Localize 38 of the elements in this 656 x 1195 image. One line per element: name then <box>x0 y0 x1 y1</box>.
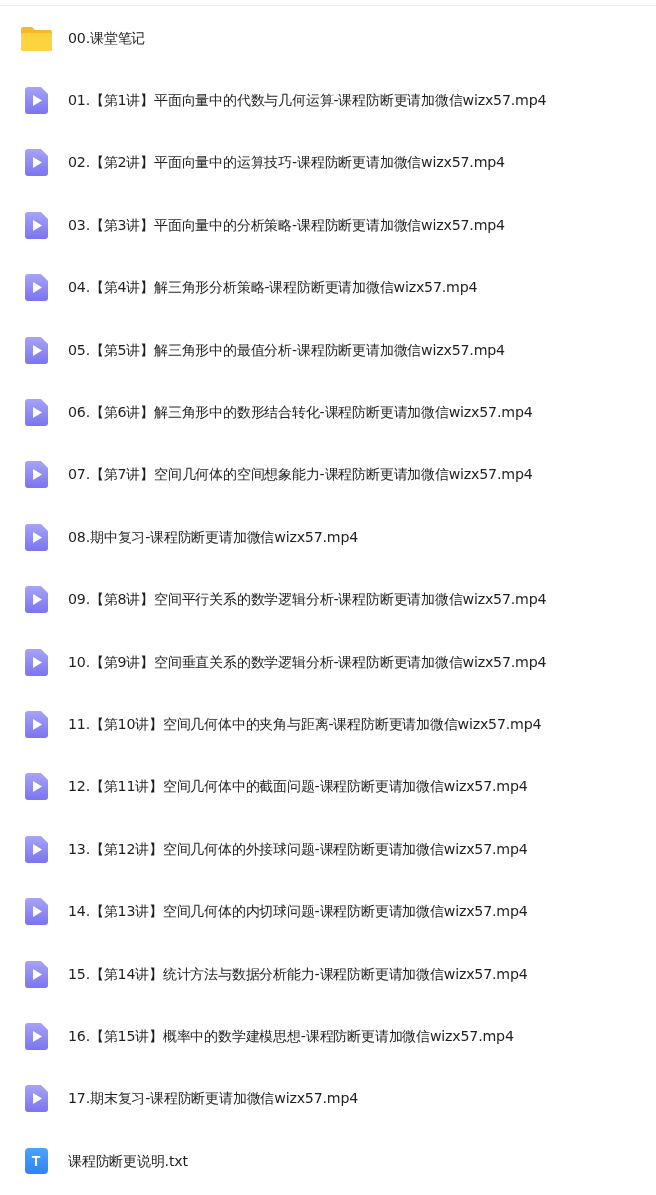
text-file-icon: T <box>24 1148 48 1175</box>
file-name[interactable]: 05.【第5讲】解三角形中的最值分析-课程防断更请加微信wizx57.mp4 <box>68 340 505 360</box>
file-name[interactable]: 课程防断更说明.txt <box>68 1151 188 1171</box>
video-file-icon <box>24 523 48 551</box>
file-name[interactable]: 08.期中复习-课程防断更请加微信wizx57.mp4 <box>68 527 359 547</box>
file-name[interactable]: 00.课堂笔记 <box>68 28 146 48</box>
file-name[interactable]: 16.【第15讲】概率中的数学建模思想-课程防断更请加微信wizx57.mp4 <box>68 1026 514 1046</box>
video-file-icon <box>24 1022 48 1050</box>
file-name[interactable]: 17.期末复习-课程防断更请加微信wizx57.mp4 <box>68 1089 359 1109</box>
video-file-icon <box>24 835 48 863</box>
folder-icon <box>20 25 52 52</box>
file-name[interactable]: 03.【第3讲】平面向量中的分析策略-课程防断更请加微信wizx57.mp4 <box>68 215 505 235</box>
file-name[interactable]: 09.【第8讲】空间平行关系的数学逻辑分析-课程防断更请加微信wizx57.mp4 <box>68 590 547 610</box>
file-name[interactable]: 06.【第6讲】解三角形中的数形结合转化-课程防断更请加微信wizx57.mp4 <box>68 403 533 423</box>
file-name[interactable]: 04.【第4讲】解三角形分析策略-课程防断更请加微信wizx57.mp4 <box>68 278 478 298</box>
video-file-icon <box>24 586 48 614</box>
video-file-icon <box>24 773 48 801</box>
video-file-icon <box>24 711 48 738</box>
file-name[interactable]: 10.【第9讲】空间垂直关系的数学逻辑分析-课程防断更请加微信wizx57.mp4 <box>68 652 547 672</box>
file-name[interactable]: 13.【第12讲】空间几何体的外接球问题-课程防断更请加微信wizx57.mp4 <box>68 839 528 859</box>
video-file-icon <box>24 1085 48 1113</box>
file-name[interactable]: 12.【第11讲】空间几何体中的截面问题-课程防断更请加微信wizx57.mp4 <box>68 777 528 797</box>
video-file-icon <box>24 336 48 364</box>
video-file-icon <box>24 149 48 177</box>
video-file-icon <box>24 648 48 676</box>
file-name[interactable]: 02.【第2讲】平面向量中的运算技巧-课程防断更请加微信wizx57.mp4 <box>68 153 505 173</box>
file-name[interactable]: 11.【第10讲】空间几何体中的夹角与距离-课程防断更请加微信wizx57.mp4 <box>68 715 542 734</box>
file-name[interactable]: 14.【第13讲】空间几何体的内切球问题-课程防断更请加微信wizx57.mp4 <box>68 902 528 922</box>
video-file-icon <box>24 211 48 239</box>
video-file-icon <box>24 399 48 427</box>
file-name[interactable]: 15.【第14讲】统计方法与数据分析能力-课程防断更请加微信wizx57.mp4 <box>68 964 528 984</box>
file-name[interactable]: 01.【第1讲】平面向量中的代数与几何运算-课程防断更请加微信wizx57.mp4 <box>68 91 547 111</box>
video-file-icon <box>24 960 48 988</box>
video-file-icon <box>24 461 48 489</box>
video-file-icon <box>24 274 48 302</box>
file-name[interactable]: 07.【第7讲】空间几何体的空间想象能力-课程防断更请加微信wizx57.mp4 <box>68 465 533 485</box>
video-file-icon <box>24 898 48 926</box>
video-file-icon <box>24 87 48 115</box>
